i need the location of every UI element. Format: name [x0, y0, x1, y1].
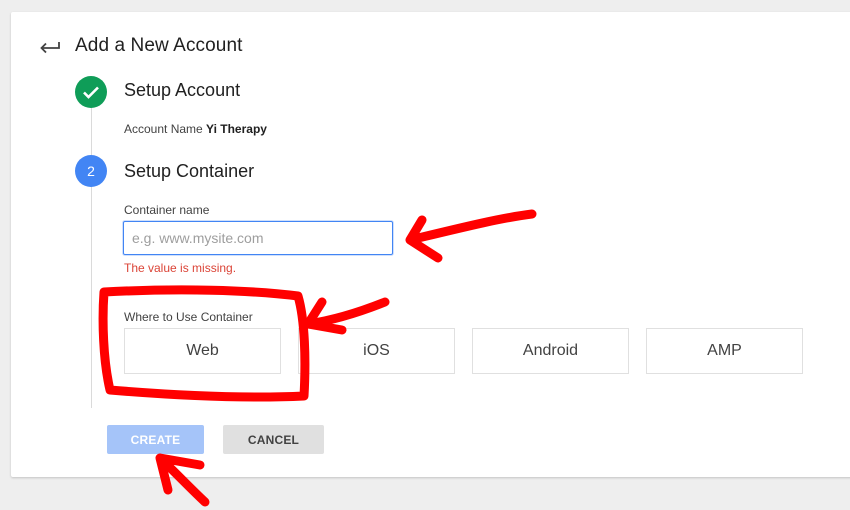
cancel-button[interactable]: CANCEL — [223, 425, 324, 454]
step-1-title: Setup Account — [124, 80, 241, 100]
container-name-error: The value is missing. — [124, 261, 237, 275]
platform-option-web[interactable]: Web — [124, 328, 281, 374]
platform-option-ios[interactable]: iOS — [298, 328, 455, 374]
back-button[interactable] — [35, 33, 65, 61]
where-to-use-label: Where to Use Container — [124, 310, 253, 324]
step-1-complete-badge — [75, 76, 107, 108]
account-name-value: Yi Therapy — [206, 122, 267, 136]
step-2-number-badge: 2 — [75, 155, 107, 187]
back-arrow-icon — [40, 42, 60, 54]
checkmark-icon — [83, 86, 99, 99]
create-button[interactable]: CREATE — [107, 425, 204, 454]
account-name-row: Account Name Yi Therapy — [124, 122, 267, 136]
platform-option-amp[interactable]: AMP — [646, 328, 803, 374]
container-name-input[interactable] — [123, 221, 393, 255]
page-title: Add a New Account — [75, 35, 243, 56]
step-2-title: Setup Container — [124, 161, 255, 181]
container-name-label: Container name — [124, 203, 210, 217]
stepper-line — [91, 106, 92, 408]
account-name-label: Account Name — [124, 122, 203, 136]
platform-option-android[interactable]: Android — [472, 328, 629, 374]
